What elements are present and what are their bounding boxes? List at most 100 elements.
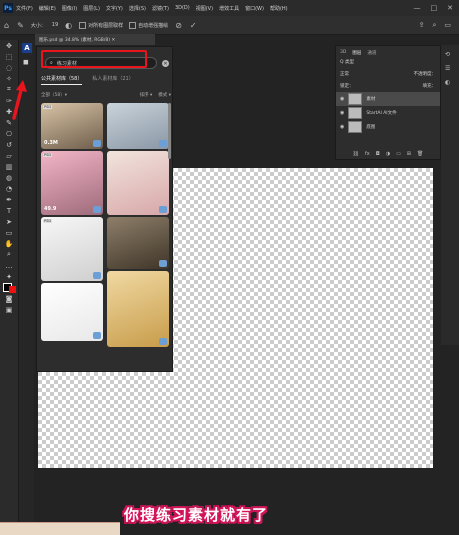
shape-tool-icon[interactable]: ▭ [0, 227, 18, 238]
tab-public-assets[interactable]: 公共素材库（58） [41, 75, 82, 85]
close-button[interactable]: ✕ [447, 4, 453, 12]
confirm-icon[interactable]: ✓ [190, 21, 197, 30]
new-layer-icon[interactable]: ⊞ [407, 151, 411, 157]
maximize-button[interactable]: □ [431, 4, 438, 12]
layer-filter-select[interactable]: Q 类型 [340, 59, 354, 65]
asset-thumbnail[interactable]: PSD0.3M [41, 103, 103, 149]
eraser-tool-icon[interactable]: ▱ [0, 150, 18, 161]
color-swatches-icon[interactable] [0, 282, 18, 293]
marquee-tool-icon[interactable]: ⬚ [0, 51, 18, 62]
checkbox[interactable] [129, 22, 136, 29]
download-icon[interactable] [159, 206, 167, 213]
sample-all-option[interactable]: 对所有图层取样 [79, 22, 123, 29]
filter-all[interactable]: 全部（58）▾ [41, 92, 67, 98]
menu-layer[interactable]: 图层(L) [83, 5, 100, 12]
minimize-button[interactable]: — [414, 4, 421, 12]
blur-tool-icon[interactable]: ◍ [0, 172, 18, 183]
download-icon[interactable] [93, 272, 101, 279]
download-icon[interactable] [159, 140, 167, 147]
adjustments-icon[interactable]: ◐ [445, 79, 450, 86]
tab-channels[interactable]: 通道 [367, 50, 376, 56]
fx-icon[interactable]: fx [365, 151, 370, 157]
checkbox[interactable] [79, 22, 86, 29]
asset-thumbnail[interactable] [41, 283, 103, 341]
properties-icon[interactable]: ☰ [445, 65, 450, 72]
path-select-icon[interactable]: ➤ [0, 216, 18, 227]
asset-thumbnail[interactable]: PSD49.9 [41, 151, 103, 215]
tab-private-assets[interactable]: 私人素材库（21） [92, 75, 133, 85]
tab-layers[interactable]: 图层 [352, 50, 361, 56]
brush-settings-icon[interactable]: ◐ [65, 21, 72, 30]
asset-scrollbar[interactable] [168, 103, 171, 159]
menu-view[interactable]: 视图(V) [196, 5, 213, 12]
search-icon[interactable]: ⌕ [432, 21, 436, 30]
share-icon[interactable]: ⇪ [419, 21, 425, 30]
eye-icon[interactable]: ◉ [340, 96, 344, 102]
quick-action-icon[interactable]: ✦ [0, 271, 18, 282]
clear-search-icon[interactable]: ✕ [162, 60, 169, 67]
download-icon[interactable] [159, 260, 167, 267]
link-icon[interactable]: ⛓ [353, 151, 359, 157]
menu-3d[interactable]: 3D(D) [175, 5, 190, 11]
asset-thumbnail[interactable] [107, 103, 169, 149]
layer-row[interactable]: ◉ StartAI AI文件 [336, 106, 440, 120]
home-icon[interactable]: ⌂ [4, 21, 9, 30]
download-icon[interactable] [93, 332, 101, 339]
menu-bar: Ps 文件(F) 编辑(E) 图像(I) 图层(L) 文字(Y) 选择(S) 滤… [0, 0, 459, 16]
menu-help[interactable]: 帮助(H) [270, 5, 288, 12]
size-value[interactable]: 19 [52, 22, 58, 28]
history-icon[interactable]: ⟲ [445, 51, 450, 58]
eye-icon[interactable]: ◉ [340, 110, 344, 116]
asset-thumbnail[interactable]: PSD [41, 217, 103, 281]
type-tool-icon[interactable]: T [0, 205, 18, 216]
more-tools-icon[interactable]: … [0, 260, 18, 271]
startai-logo[interactable]: A [22, 43, 32, 53]
stamp-tool-icon[interactable]: ⎔ [0, 128, 18, 139]
sort-dropdown[interactable]: 排序 ▾ [140, 92, 153, 98]
fill-label: 填充： [423, 83, 441, 89]
auto-enhance-option[interactable]: 自动增强描绘 [129, 22, 168, 29]
cancel-icon[interactable]: ⊘ [175, 21, 182, 30]
download-icon[interactable] [159, 338, 167, 345]
download-icon[interactable] [93, 206, 101, 213]
menu-file[interactable]: 文件(F) [16, 5, 33, 12]
asset-thumbnail[interactable] [107, 271, 169, 347]
layer-row[interactable]: ◉ 素材 [336, 92, 440, 106]
asset-thumbnail[interactable] [107, 217, 169, 269]
menu-plugins[interactable]: 增效工具 [219, 5, 239, 12]
layer-row[interactable]: ◉ 底图 [336, 120, 440, 134]
asset-thumbnail[interactable] [107, 151, 169, 215]
menu-filter[interactable]: 滤镜(T) [152, 5, 169, 12]
eye-icon[interactable]: ◉ [340, 124, 344, 130]
screen-mode-icon[interactable]: ▣ [0, 304, 18, 315]
dodge-tool-icon[interactable]: ◔ [0, 183, 18, 194]
mode-dropdown[interactable]: 模式 ▾ [158, 92, 171, 98]
corner-thumbnail [0, 522, 120, 535]
lock-label: 锁定： [340, 83, 354, 89]
settings-icon[interactable]: ▭ [444, 21, 451, 30]
healing-brush-icon[interactable]: ✎ [17, 21, 24, 30]
mask-icon[interactable]: ◘ [376, 151, 380, 157]
document-tab[interactable]: 图乐.psd @ 34.8% (素材, RGB/8) ✕ [35, 34, 155, 45]
zoom-tool-icon[interactable]: ⌕ [0, 249, 18, 260]
pen-tool-icon[interactable]: ✒ [0, 194, 18, 205]
tab-3d[interactable]: 3D [340, 50, 346, 56]
menu-select[interactable]: 选择(S) [129, 5, 146, 12]
menu-window[interactable]: 窗口(W) [245, 5, 264, 12]
layers-footer: ⛓ fx ◘ ◑ ▭ ⊞ 🗑 [336, 151, 440, 157]
gradient-tool-icon[interactable]: ▥ [0, 161, 18, 172]
group-icon[interactable]: ▭ [396, 151, 401, 157]
blend-mode-select[interactable]: 正常 [340, 71, 349, 77]
menu-edit[interactable]: 编辑(E) [39, 5, 56, 12]
move-tool-icon[interactable]: ✥ [0, 40, 18, 51]
menu-type[interactable]: 文字(Y) [106, 5, 123, 12]
menu-image[interactable]: 图像(I) [62, 5, 77, 12]
hand-tool-icon[interactable]: ✋ [0, 238, 18, 249]
download-icon[interactable] [93, 140, 101, 147]
adjustment-icon[interactable]: ◑ [386, 151, 390, 157]
lasso-tool-icon[interactable]: ◌ [0, 62, 18, 73]
layers-icon[interactable]: ◼ [23, 58, 29, 66]
history-brush-icon[interactable]: ↺ [0, 139, 18, 150]
quick-mask-icon[interactable]: ◙ [0, 293, 18, 304]
trash-icon[interactable]: 🗑 [417, 151, 423, 157]
